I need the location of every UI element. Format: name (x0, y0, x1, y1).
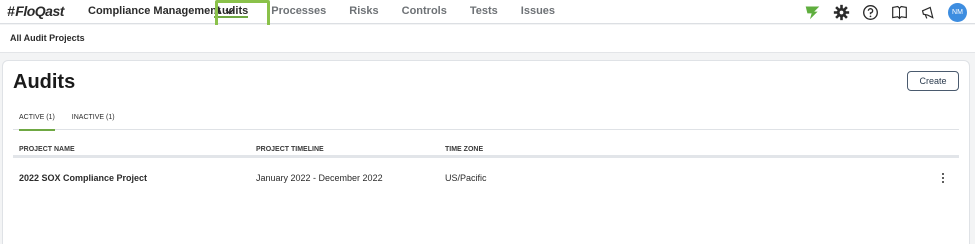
project-timeline-cell: January 2022 - December 2022 (256, 173, 383, 183)
table-row[interactable]: 2022 SOX Compliance Project January 2022… (13, 165, 959, 191)
book-icon[interactable] (890, 3, 909, 22)
column-project-timeline[interactable]: PROJECT TIMELINE (256, 146, 324, 153)
help-icon[interactable] (861, 3, 880, 22)
logo-text: FloQast (15, 3, 64, 19)
breadcrumb: All Audit Projects (10, 33, 85, 43)
toolbar-icons: NM (803, 2, 967, 22)
module-switcher[interactable]: Compliance Management (88, 5, 234, 17)
create-button[interactable]: Create (907, 71, 959, 91)
gear-icon[interactable] (832, 3, 851, 22)
status-tabs: ACTIVE (1) INACTIVE (1) (13, 111, 959, 131)
time-zone-cell: US/Pacific (445, 173, 487, 183)
table-header: PROJECT NAME PROJECT TIMELINE TIME ZONE (13, 142, 959, 158)
floqast-logo[interactable]: #FloQast (7, 3, 64, 19)
nav-controls[interactable]: Controls (402, 0, 447, 24)
user-avatar[interactable]: NM (948, 2, 967, 22)
column-time-zone[interactable]: TIME ZONE (445, 146, 483, 153)
module-label: Compliance Management (88, 5, 221, 17)
floqast-flag-icon[interactable] (803, 3, 822, 22)
tab-active[interactable]: ACTIVE (1) (13, 111, 61, 131)
nav-risks[interactable]: Risks (349, 0, 378, 24)
column-project-name[interactable]: PROJECT NAME (19, 146, 75, 153)
audits-card: Audits Create ACTIVE (1) INACTIVE (1) PR… (2, 60, 970, 244)
megaphone-icon[interactable] (919, 3, 938, 22)
nav-tests[interactable]: Tests (470, 0, 498, 24)
nav-issues[interactable]: Issues (521, 0, 555, 24)
page-title: Audits (13, 71, 76, 93)
project-name-cell[interactable]: 2022 SOX Compliance Project (19, 173, 147, 183)
page-subheader: All Audit Projects (0, 25, 975, 53)
top-navigation-bar: #FloQast Compliance Management Audits Pr… (0, 0, 975, 31)
row-menu-icon[interactable] (938, 170, 948, 186)
nav-processes[interactable]: Processes (271, 0, 326, 24)
tab-inactive[interactable]: INACTIVE (1) (66, 111, 121, 130)
